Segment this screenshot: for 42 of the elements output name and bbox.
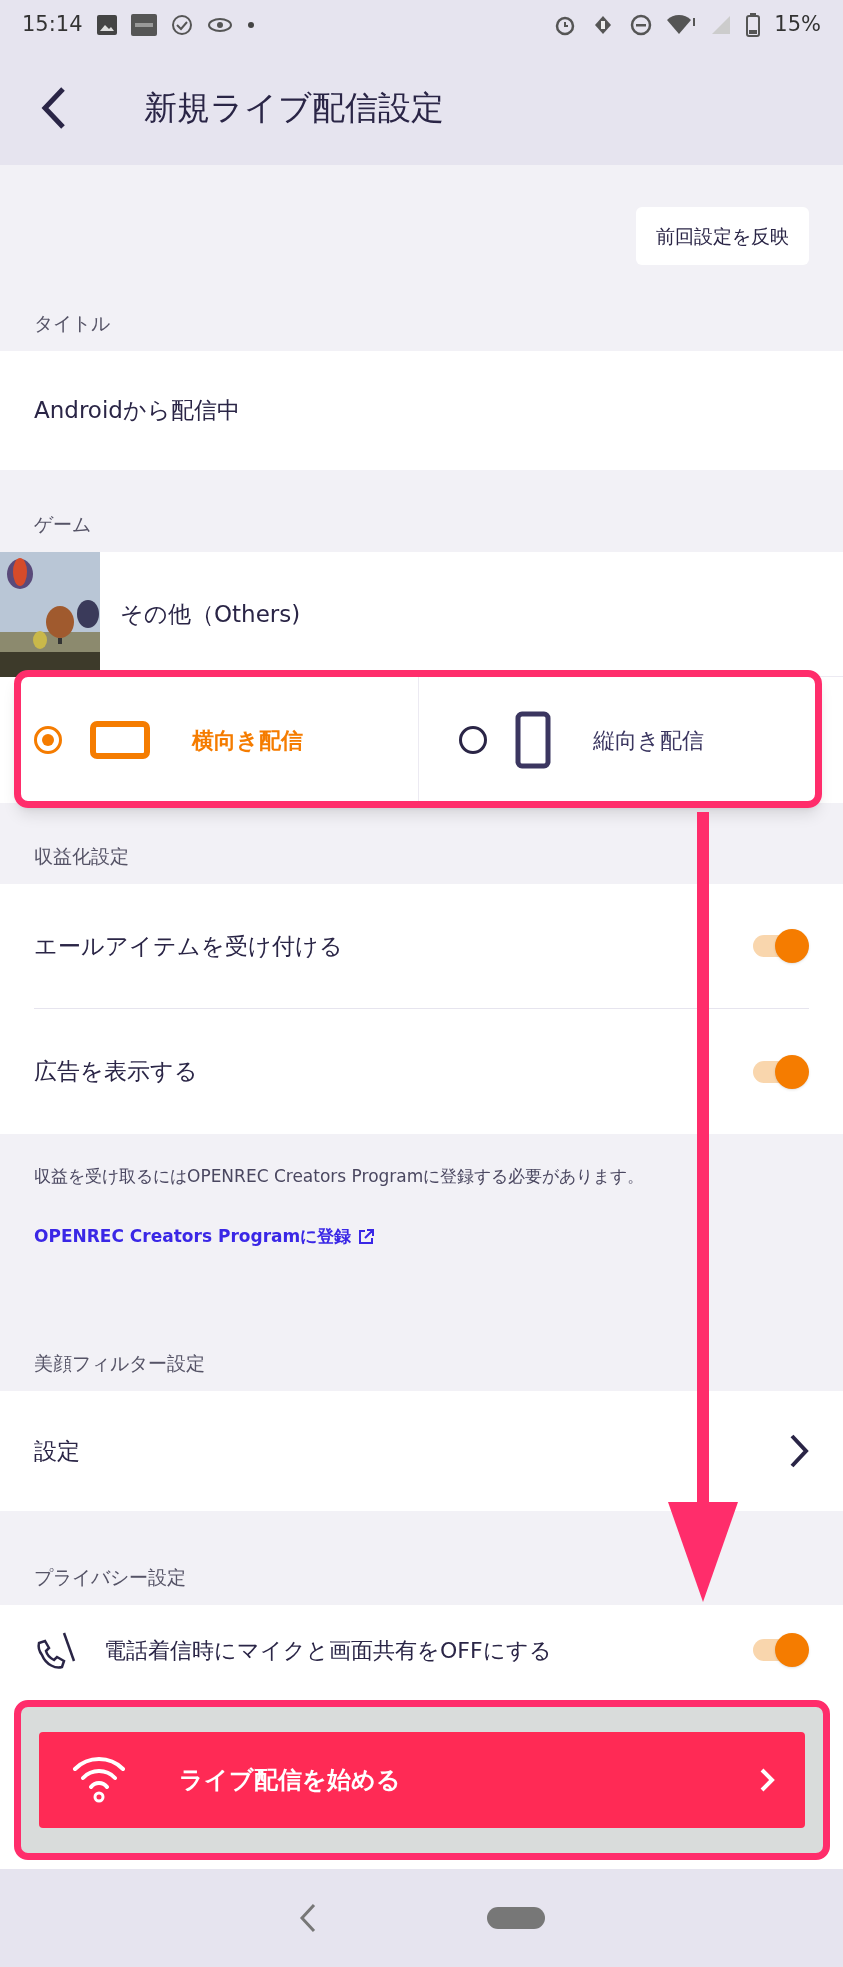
check-circle-icon (170, 14, 193, 36)
battery-icon (746, 13, 761, 37)
setting-label: 設定 (34, 1436, 80, 1466)
section-label: 美顔フィルター設定 (34, 1350, 205, 1376)
setting-label: 広告を表示する (34, 1057, 198, 1087)
beauty-settings-row[interactable]: 設定 (0, 1391, 843, 1511)
radio-button[interactable] (459, 726, 487, 754)
eye-icon (206, 16, 233, 34)
home-pill-icon[interactable] (486, 1907, 545, 1929)
wifi-icon (666, 14, 697, 36)
nav-back-icon[interactable] (298, 1903, 317, 1933)
do-not-disturb-icon (630, 14, 653, 36)
radio-button[interactable] (34, 726, 62, 754)
section-label: ゲーム (34, 511, 91, 537)
game-name: その他（Others) (120, 599, 301, 629)
notification-icon (130, 14, 157, 36)
landscape-screen-icon (90, 721, 150, 759)
alarm-icon (554, 14, 577, 36)
battery-percent: 15% (774, 11, 821, 39)
orientation-option[interactable]: 縦向き配信 (419, 677, 843, 803)
orientation-label: 横向き配信 (192, 726, 303, 755)
reflect-settings-button[interactable]: 前回設定を反映 (636, 207, 809, 265)
section-label: プライバシー設定 (34, 1564, 186, 1590)
image-icon (96, 15, 117, 35)
chevron-right-icon (789, 1433, 809, 1469)
signal-icon (710, 14, 733, 36)
monetization-note: 収益を受け取るにはOPENREC Creators Programに登録する必要があります。 (34, 1165, 646, 1188)
setting-label: エールアイテムを受け付ける (34, 931, 343, 961)
setting-label: 電話着信時にマイクと画面共有をOFFにする (104, 1636, 553, 1665)
game-row[interactable]: その他（Others) (0, 552, 843, 677)
start-live-button[interactable]: ライブ配信を始める (39, 1732, 805, 1828)
chevron-right-icon (759, 1767, 775, 1793)
dot-icon (246, 21, 255, 29)
stream-title-value: Androidから配信中 (34, 396, 240, 426)
orientation-label: 縦向き配信 (593, 726, 704, 755)
status-time: 15:14 (22, 11, 83, 39)
external-link-icon (357, 1227, 376, 1246)
register-link[interactable]: OPENREC Creators Programに登録 (34, 1224, 809, 1250)
page-title: 新規ライブ配信設定 (144, 86, 444, 129)
smartphone-icon (515, 711, 551, 769)
section-label: タイトル (34, 310, 110, 336)
section-label: 収益化設定 (34, 843, 129, 869)
